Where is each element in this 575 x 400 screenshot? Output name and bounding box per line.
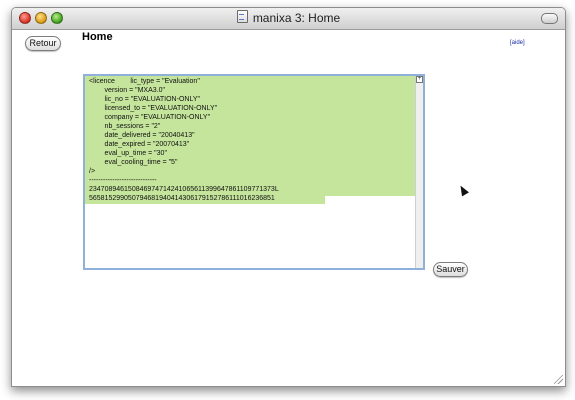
mouse-pointer-icon (457, 183, 469, 197)
help-link[interactable]: [aide] (510, 40, 525, 46)
save-button[interactable]: Sauver (433, 262, 468, 277)
resize-grip-icon[interactable] (554, 375, 563, 384)
app-window: manixa 3: Home Retour Home [aide] <licen… (11, 7, 566, 387)
title-bar[interactable]: manixa 3: Home (12, 8, 565, 30)
expand-icon[interactable]: + (416, 76, 423, 83)
editor-scrollbar[interactable]: + (415, 76, 423, 268)
window-title: manixa 3: Home (252, 11, 341, 25)
editor-viewport[interactable]: <licence lic_type = "Evaluation" version… (85, 76, 416, 268)
toolbar-toggle-button[interactable] (541, 13, 558, 24)
license-text-editor[interactable]: <licence lic_type = "Evaluation" version… (83, 74, 425, 270)
back-button[interactable]: Retour (25, 36, 61, 51)
license-text[interactable]: <licence lic_type = "Evaluation" version… (89, 77, 279, 203)
document-icon (236, 10, 248, 23)
page-title: Home (82, 31, 113, 43)
window-title-wrap: manixa 3: Home (12, 8, 565, 29)
